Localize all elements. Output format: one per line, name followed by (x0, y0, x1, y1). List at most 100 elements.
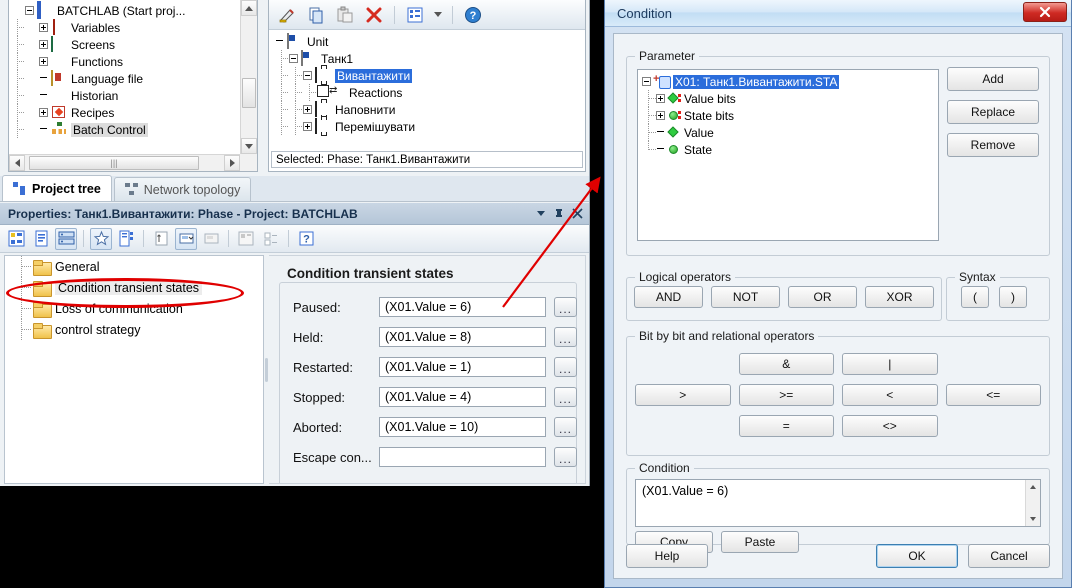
properties-document-icon[interactable] (30, 228, 52, 250)
condition-textarea[interactable]: (X01.Value = 6) (635, 479, 1041, 527)
collapse-expander[interactable] (25, 6, 34, 15)
parameter-tree[interactable]: X01: Танк1.Вивантажити.STA Value bits Stat… (637, 69, 939, 241)
unit-tree-item[interactable]: Unit (273, 33, 585, 50)
scroll-up-button[interactable] (1026, 481, 1039, 493)
properties-folder-tree[interactable]: General Condition transient states Loss of… (4, 255, 264, 484)
project-tree-item[interactable]: Recipes (9, 104, 240, 121)
project-tree-list[interactable]: BATCHLAB (Start proj... Variables Screens F… (9, 0, 240, 154)
close-icon[interactable] (1023, 2, 1067, 22)
not-button[interactable]: NOT (711, 286, 780, 308)
help-icon[interactable]: ? (295, 228, 317, 250)
property-field-browse-button[interactable]: ... (554, 297, 577, 317)
expand-expander[interactable] (303, 122, 312, 131)
unit-tree-item[interactable]: Вивантажити (273, 67, 585, 84)
expand-expander[interactable] (39, 57, 48, 66)
unit-tree-item[interactable]: Наповнити (273, 101, 585, 118)
property-field-input[interactable]: (X01.Value = 6) (379, 297, 546, 317)
and-button[interactable]: AND (634, 286, 703, 308)
remove-button[interactable]: Remove (947, 133, 1039, 157)
property-field-browse-button[interactable]: ... (554, 387, 577, 407)
properties-detail-icon[interactable] (115, 228, 137, 250)
unit-tree-item[interactable]: ⇄ Reactions (273, 84, 585, 101)
properties-folder-item[interactable]: Loss of communication (5, 298, 263, 319)
properties-view-icon[interactable] (235, 228, 257, 250)
property-field-browse-button[interactable]: ... (554, 357, 577, 377)
property-field-input[interactable]: (X01.Value = 4) (379, 387, 546, 407)
property-field-input[interactable]: (X01.Value = 8) (379, 327, 546, 347)
or-button[interactable]: OR (788, 286, 857, 308)
help-icon[interactable]: ? (461, 3, 485, 27)
scroll-down-button[interactable] (1026, 513, 1039, 525)
less-equal-button[interactable]: <= (945, 384, 1041, 406)
project-tree-item[interactable]: Screens (9, 36, 240, 53)
expand-all-icon[interactable] (175, 227, 197, 250)
close-paren-button[interactable]: ) (999, 286, 1027, 308)
properties-folder-item[interactable]: Condition transient states (5, 277, 263, 298)
properties-folder-item[interactable]: General (5, 256, 263, 277)
expand-expander[interactable] (656, 111, 665, 120)
cancel-button[interactable]: Cancel (968, 544, 1050, 568)
unit-tree-item[interactable]: Перемішувати (273, 118, 585, 135)
scroll-thumb-horizontal[interactable]: ||| (29, 156, 199, 170)
scroll-down-button[interactable] (241, 138, 257, 154)
expand-expander[interactable] (39, 40, 48, 49)
open-paren-button[interactable]: ( (961, 286, 989, 308)
unit-tree-item[interactable]: Танк1 (273, 50, 585, 67)
greater-equal-button[interactable]: >= (738, 384, 834, 406)
favorites-star-icon[interactable] (90, 227, 112, 250)
collapse-expander[interactable] (642, 77, 651, 86)
expand-expander[interactable] (39, 23, 48, 32)
parameter-tree-item[interactable]: Value bits (638, 90, 938, 107)
property-field-input[interactable]: (X01.Value = 1) (379, 357, 546, 377)
scroll-right-button[interactable] (224, 155, 240, 171)
properties-folder-item[interactable]: control strategy (5, 319, 263, 340)
delete-x-icon[interactable] (362, 3, 386, 27)
tab-network-topology[interactable]: Network topology (113, 177, 252, 201)
sort-order-icon[interactable] (150, 228, 172, 250)
collapse-all-icon[interactable] (200, 228, 222, 250)
xor-button[interactable]: XOR (865, 286, 934, 308)
project-tree-item[interactable]: Functions (9, 53, 240, 70)
greater-than-button[interactable]: > (635, 384, 731, 406)
properties-grid-icon[interactable] (5, 228, 27, 250)
expand-expander[interactable] (39, 108, 48, 117)
scroll-left-button[interactable] (9, 155, 25, 171)
property-field-browse-button[interactable]: ... (554, 417, 577, 437)
parameter-tree-item[interactable]: X01: Танк1.Вивантажити.STA (638, 73, 938, 90)
pin-icon[interactable] (550, 205, 568, 223)
edit-pencil-icon[interactable] (275, 3, 299, 27)
dropdown-arrow-icon[interactable] (432, 3, 444, 27)
collapse-expander[interactable] (289, 54, 298, 63)
bitwise-or-button[interactable]: | (842, 353, 938, 375)
scroll-up-button[interactable] (241, 0, 257, 16)
property-field-input[interactable]: (X01.Value = 10) (379, 417, 546, 437)
parameter-tree-item[interactable]: State (638, 141, 938, 158)
paste-icon[interactable] (333, 3, 357, 27)
parameter-tree-item[interactable]: Value (638, 124, 938, 141)
parameter-tree-item[interactable]: State bits (638, 107, 938, 124)
tab-project-tree[interactable]: Project tree (2, 175, 112, 201)
properties-tree-toggle-icon[interactable] (260, 228, 282, 250)
less-than-button[interactable]: < (842, 384, 938, 406)
ok-button[interactable]: OK (876, 544, 958, 568)
condition-textarea-scrollbar[interactable] (1025, 480, 1040, 526)
bitwise-and-button[interactable]: & (738, 353, 834, 375)
equals-button[interactable]: = (738, 415, 834, 437)
collapse-expander[interactable] (303, 71, 312, 80)
not-equals-button[interactable]: <> (842, 415, 938, 437)
replace-button[interactable]: Replace (947, 100, 1039, 124)
project-tree-item[interactable]: BATCHLAB (Start proj... (9, 1, 240, 19)
project-tree-item[interactable]: Batch Control (9, 121, 240, 138)
property-field-browse-button[interactable]: ... (554, 447, 577, 467)
expand-expander[interactable] (656, 94, 665, 103)
project-tree-item[interactable]: Historian (9, 87, 240, 104)
project-tree-item[interactable]: Variables (9, 19, 240, 36)
scroll-thumb[interactable] (242, 78, 256, 108)
dropdown-arrow-icon[interactable] (532, 205, 550, 223)
project-tree-item[interactable]: Language file (9, 70, 240, 87)
help-button[interactable]: Help (626, 544, 708, 568)
properties-list-icon[interactable] (55, 227, 77, 250)
add-button[interactable]: Add (947, 67, 1039, 91)
project-tree-vertical-scrollbar[interactable] (240, 0, 257, 154)
copy-icon[interactable] (304, 3, 328, 27)
